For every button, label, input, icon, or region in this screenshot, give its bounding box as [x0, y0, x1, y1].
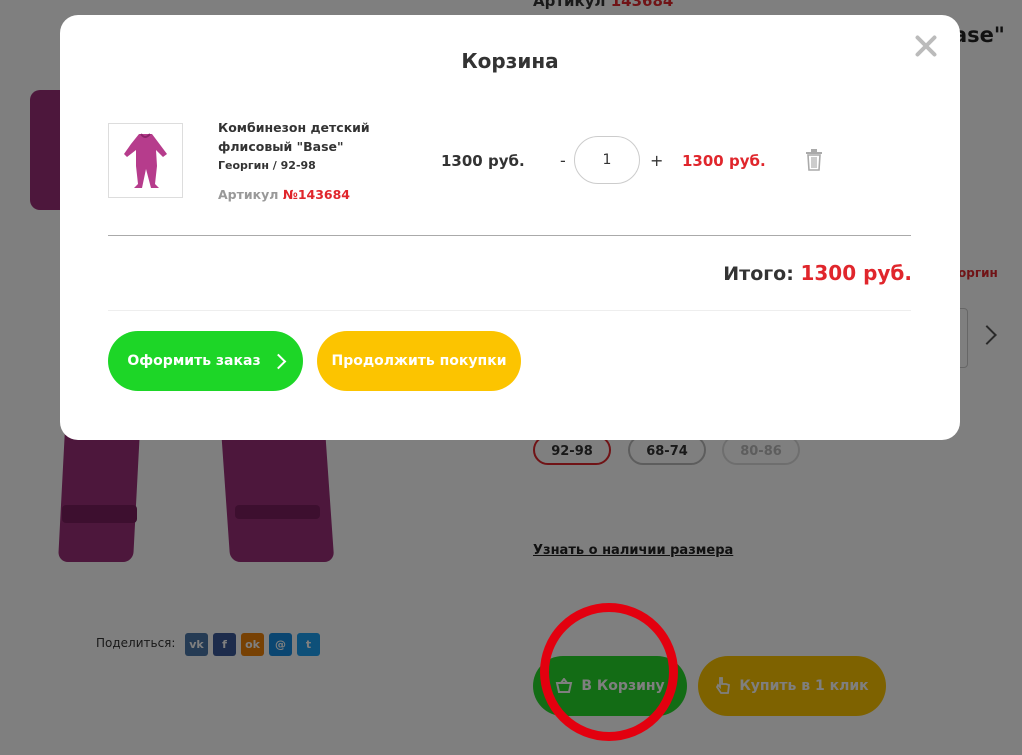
- quantity-input[interactable]: [574, 136, 640, 184]
- chevron-right-icon: [270, 353, 286, 369]
- close-icon[interactable]: [913, 33, 939, 59]
- divider: [108, 235, 911, 236]
- modal-title: Корзина: [461, 49, 559, 73]
- divider: [108, 310, 911, 311]
- quantity-increase-button[interactable]: +: [650, 151, 663, 170]
- edge-mark: ▕: [1014, 690, 1022, 704]
- red-circle-annotation: [540, 603, 678, 741]
- product-thumbnail[interactable]: [108, 123, 183, 198]
- product-variant: Георгин / 92-98: [218, 159, 316, 172]
- checkout-label: Оформить заказ: [127, 353, 261, 369]
- continue-shopping-label: Продолжить покупки: [331, 353, 507, 369]
- jumpsuit-image: [124, 133, 167, 188]
- continue-shopping-button[interactable]: Продолжить покупки: [317, 331, 521, 391]
- product-name[interactable]: Комбинезон детский флисовый "Base": [218, 118, 378, 156]
- line-total: 1300 руб.: [682, 152, 766, 170]
- cart-modal: Корзина Комбинезон детский флисовый "Bas…: [60, 15, 960, 440]
- trash-icon[interactable]: [804, 148, 824, 172]
- checkout-button[interactable]: Оформить заказ: [108, 331, 303, 391]
- product-article: Артикул №143684: [218, 187, 351, 202]
- cart-total: Итого: 1300 руб.: [723, 261, 912, 285]
- unit-price: 1300 руб.: [441, 152, 525, 170]
- quantity-decrease-button[interactable]: -: [560, 151, 566, 170]
